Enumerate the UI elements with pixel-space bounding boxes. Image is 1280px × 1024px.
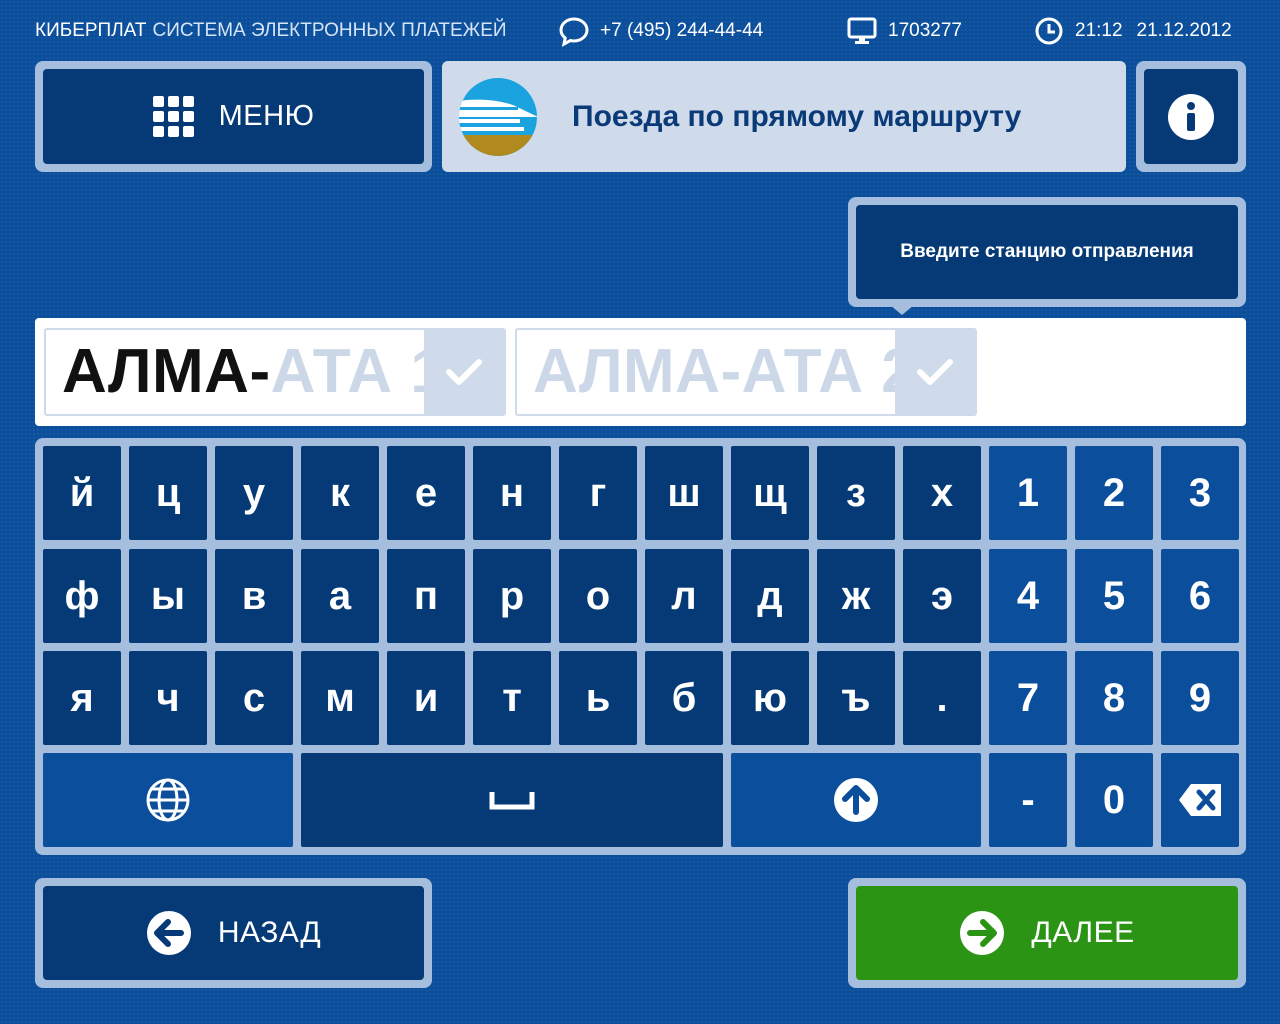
service-title: Поезда по прямому маршруту xyxy=(572,99,1022,133)
accept-suggestion-2-button[interactable] xyxy=(895,330,975,414)
info-button[interactable] xyxy=(1136,61,1246,172)
key-letter[interactable]: т xyxy=(473,651,551,745)
backspace-key[interactable] xyxy=(1161,753,1239,847)
brand-tagline: СИСТЕМА ЭЛЕКТРОННЫХ ПЛАТЕЖЕЙ xyxy=(152,20,507,41)
key-letter[interactable]: ш xyxy=(645,446,723,540)
monitor-icon xyxy=(847,17,877,44)
backspace-icon xyxy=(1179,784,1221,816)
date: 21.12.2012 xyxy=(1136,20,1232,41)
space-key[interactable] xyxy=(301,753,723,847)
on-screen-keyboard: - 0 йцукенгшщзх фывапролджэ ячсмитьбюъ. 123… xyxy=(35,438,1246,855)
key-letter[interactable]: м xyxy=(301,651,379,745)
key-letter[interactable]: л xyxy=(645,549,723,643)
terminal-info: 1703277 xyxy=(846,17,962,44)
terminal-id: 1703277 xyxy=(888,20,962,41)
key-letter[interactable]: ъ xyxy=(817,651,895,745)
next-button[interactable]: ДАЛЕЕ xyxy=(848,878,1246,988)
key-letter[interactable]: з xyxy=(817,446,895,540)
key-letter[interactable]: к xyxy=(301,446,379,540)
key-letter[interactable]: и xyxy=(387,651,465,745)
key-letter[interactable]: ь xyxy=(559,651,637,745)
provider-logo xyxy=(459,77,537,156)
key-letter[interactable]: п xyxy=(387,549,465,643)
support-phone: +7 (495) 244-44-44 xyxy=(558,17,764,47)
key-letter[interactable]: ц xyxy=(129,446,207,540)
key-letter[interactable]: с xyxy=(215,651,293,745)
key-letter[interactable]: щ xyxy=(731,446,809,540)
key-letter[interactable]: ч xyxy=(129,651,207,745)
key-letter[interactable]: ж xyxy=(817,549,895,643)
brand-name: КИБЕРПЛАТ xyxy=(35,20,147,41)
check-icon xyxy=(917,359,953,385)
hint-tooltip: Введите станцию отправления xyxy=(848,197,1246,307)
key-digit[interactable]: 6 xyxy=(1161,549,1239,643)
tooltip-pointer xyxy=(890,305,914,315)
menu-button[interactable]: МЕНЮ xyxy=(35,61,432,172)
key-letter[interactable]: д xyxy=(731,549,809,643)
chat-bubble-icon xyxy=(559,17,589,47)
menu-label: МЕНЮ xyxy=(218,100,315,132)
globe-icon xyxy=(146,778,190,822)
key-letter[interactable]: в xyxy=(215,549,293,643)
back-label: НАЗАД xyxy=(217,916,322,949)
info-icon xyxy=(1168,93,1214,140)
arrow-right-icon xyxy=(960,911,1005,955)
time: 21:12 xyxy=(1075,20,1123,41)
accept-suggestion-button[interactable] xyxy=(424,330,504,414)
key-letter[interactable]: е xyxy=(387,446,465,540)
next-label: ДАЛЕЕ xyxy=(1031,916,1135,949)
station-input[interactable]: АЛМА-АТА 1 xyxy=(44,328,506,416)
key-letter[interactable]: б xyxy=(645,651,723,745)
key-letter[interactable]: ю xyxy=(731,651,809,745)
key-minus[interactable]: - xyxy=(989,753,1067,847)
typed-text: АЛМА- xyxy=(62,337,271,406)
phone-number: +7 (495) 244-44-44 xyxy=(600,20,764,41)
key-letter[interactable]: г xyxy=(559,446,637,540)
key-letter[interactable]: н xyxy=(473,446,551,540)
key-letter[interactable]: х xyxy=(903,446,981,540)
key-letter[interactable]: й xyxy=(43,446,121,540)
key-letter[interactable]: я xyxy=(43,651,121,745)
key-letter[interactable]: . xyxy=(903,651,981,745)
hint-text: Введите станцию отправления xyxy=(900,241,1194,262)
brand: КИБЕРПЛАТ СИСТЕМА ЭЛЕКТРОННЫХ ПЛАТЕЖЕЙ xyxy=(35,18,507,44)
shift-key[interactable] xyxy=(731,753,981,847)
key-digit[interactable]: 4 xyxy=(989,549,1067,643)
key-digit[interactable]: 2 xyxy=(1075,446,1153,540)
key-digit[interactable]: 9 xyxy=(1161,651,1239,745)
service-header: Поезда по прямому маршруту xyxy=(442,61,1126,172)
key-letter[interactable]: ы xyxy=(129,549,207,643)
space-icon xyxy=(489,792,535,810)
key-letter[interactable]: а xyxy=(301,549,379,643)
grid-menu-icon xyxy=(152,95,194,137)
suggestion-text: АЛМА-АТА 2 xyxy=(533,337,917,406)
arrow-left-icon xyxy=(146,911,191,955)
check-icon xyxy=(446,359,482,385)
language-key[interactable] xyxy=(43,753,293,847)
datetime: 21:12 21.12.2012 xyxy=(1033,17,1232,45)
key-letter[interactable]: ф xyxy=(43,549,121,643)
back-button[interactable]: НАЗАД xyxy=(35,878,432,988)
suggestion-chip[interactable]: АЛМА-АТА 2 xyxy=(515,328,977,416)
key-digit[interactable]: 7 xyxy=(989,651,1067,745)
key-letter[interactable]: р xyxy=(473,549,551,643)
key-digit[interactable]: 8 xyxy=(1075,651,1153,745)
key-digit[interactable]: 1 xyxy=(989,446,1067,540)
key-0[interactable]: 0 xyxy=(1075,753,1153,847)
arrow-up-icon xyxy=(834,778,878,822)
key-letter[interactable]: о xyxy=(559,549,637,643)
key-letter[interactable]: э xyxy=(903,549,981,643)
key-digit[interactable]: 3 xyxy=(1161,446,1239,540)
station-input-area: АЛМА-АТА 1 АЛМА-АТА 2 xyxy=(35,318,1246,426)
key-digit[interactable]: 5 xyxy=(1075,549,1153,643)
key-letter[interactable]: у xyxy=(215,446,293,540)
clock-icon xyxy=(1035,17,1063,45)
autocomplete-text: АТА 1 xyxy=(270,337,446,406)
